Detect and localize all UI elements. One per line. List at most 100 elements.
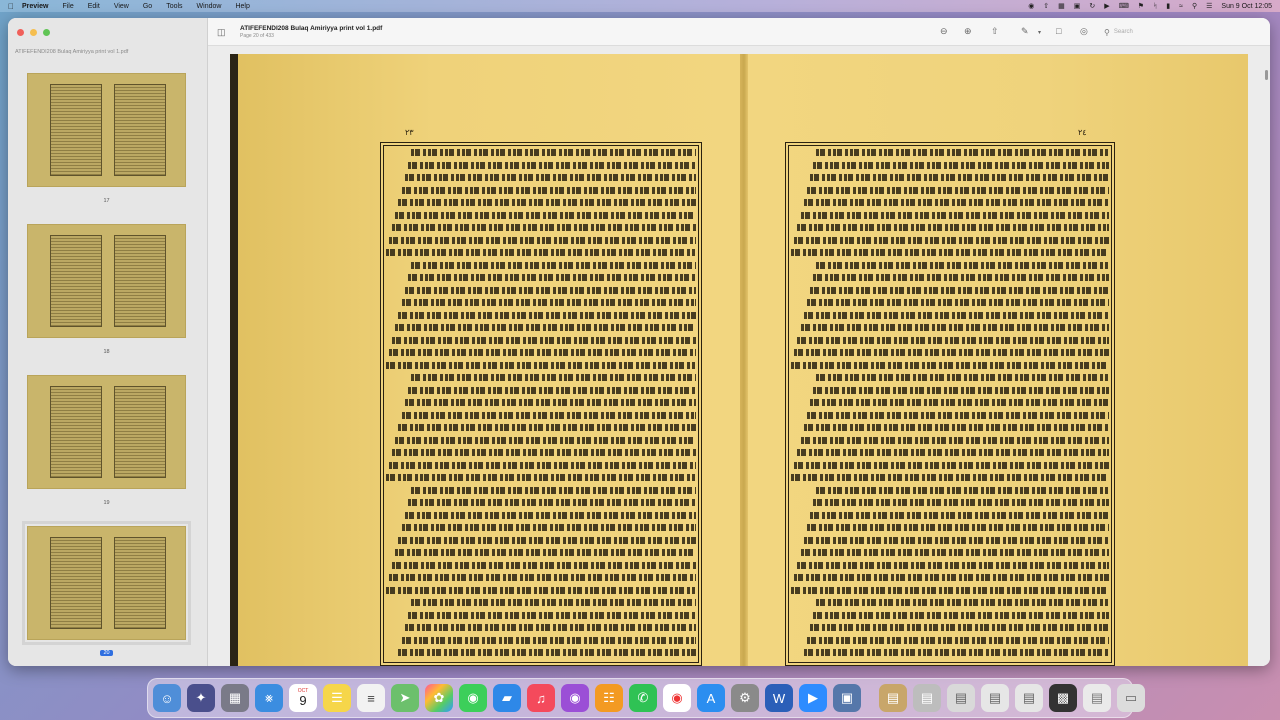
music-icon[interactable]: ♫ [527,684,555,712]
battery-icon[interactable]: ▮ [1166,2,1170,10]
book-spread: ٢٣ ٢٤ [230,54,1248,666]
search-icon[interactable]: ⚲ [1192,2,1197,10]
menu-go[interactable]: Go [143,3,152,10]
upload-icon[interactable]: ⇧ [1043,2,1049,10]
manuscript-text-line [794,461,1109,469]
close-button[interactable] [17,29,24,36]
keynote-icon[interactable]: ▰ [493,684,521,712]
manuscript-text-line [389,574,696,581]
control-center-icon[interactable]: ☰ [1206,2,1212,10]
menu-help[interactable]: Help [235,3,249,10]
markup-pen-icon[interactable]: ✎ [1021,26,1029,37]
launchpad-icon[interactable]: ▦ [221,684,249,712]
word-icon[interactable]: W [765,684,793,712]
document-view[interactable]: ٢٣ ٢٤ [208,46,1270,666]
zoom-in-icon[interactable]: ⊕ [964,26,972,37]
manuscript-text-line [813,611,1109,619]
annotate-icon[interactable]: ◎ [1080,26,1088,37]
page-thumbnail[interactable] [27,73,186,187]
manuscript-text-line [386,586,696,594]
chrome-icon[interactable]: ◉ [663,684,691,712]
recent-document-icon[interactable]: ▤ [879,684,907,712]
terminal-icon[interactable]: ▩ [1049,684,1077,712]
calendar-icon[interactable]: OCT 9 [289,684,317,712]
finder-icon[interactable]: ☺ [153,684,181,712]
manuscript-text-line [791,361,1109,369]
podcasts-icon[interactable]: ◉ [561,684,589,712]
trash-icon[interactable]: ▭ [1117,684,1145,712]
safari-icon[interactable]: ⨳ [255,684,283,712]
menu-tools[interactable]: Tools [166,3,182,10]
preview-window: ATIFEFENDI208 Bulaq Amiriyya print vol 1… [8,18,1270,666]
share-icon[interactable]: ⇧ [991,26,999,37]
manuscript-text-line [404,511,696,519]
manuscript-text-line [791,586,1109,594]
window-controls [17,29,50,36]
manuscript-text-line [389,461,696,469]
manuscript-text-line [398,649,696,656]
input-flag-icon[interactable]: ⚑ [1138,2,1144,10]
zoom-button[interactable] [43,29,50,36]
menu-app-name[interactable]: Preview [22,3,48,10]
zoom-icon[interactable]: ▶ [799,684,827,712]
menubar-clock[interactable]: Sun 9 Oct 12:05 [1221,3,1272,10]
chevron-down-icon[interactable]: ▾ [1038,29,1041,36]
maps-icon[interactable]: ➤ [391,684,419,712]
grid-icon[interactable]: ▦ [1058,2,1065,10]
recent-document-icon[interactable]: ▤ [913,684,941,712]
manuscript-text-line [813,161,1109,169]
apple-menu-icon[interactable]:  [0,2,22,11]
books-icon[interactable]: ☷ [595,684,623,712]
search-field[interactable]: ⚲ Search [1102,25,1262,39]
manuscript-text-line [395,211,696,219]
manuscript-text-line [389,349,696,356]
manuscript-text-line [813,386,1109,394]
recent-document-icon[interactable]: ▤ [947,684,975,712]
whatsapp-icon[interactable]: ✆ [629,684,657,712]
wifi-icon[interactable]: ≈ [1179,3,1183,10]
play-icon[interactable]: ▶ [1104,2,1109,10]
reminders-icon[interactable]: ≡ [357,684,385,712]
search-placeholder: Search [1113,29,1133,35]
manuscript-text-line [810,399,1109,406]
zoom-out-icon[interactable]: ⊖ [940,26,948,37]
system-preferences-icon[interactable]: ⚙ [731,684,759,712]
manuscript-text-line [810,511,1109,519]
page-thumbnail[interactable] [27,224,186,338]
photos-icon[interactable]: ✿ [425,684,453,712]
rotate-icon[interactable]: □ [1056,26,1061,36]
messages-icon[interactable]: ◉ [459,684,487,712]
left-text-block [380,142,702,666]
manuscript-text-line [404,399,696,406]
menu-view[interactable]: View [114,3,129,10]
recent-document-icon[interactable]: ▤ [1015,684,1043,712]
menu-edit[interactable]: Edit [88,3,100,10]
lock-icon[interactable]: ▣ [1074,2,1081,10]
preview-icon[interactable]: ▣ [833,684,861,712]
thumbnail-sidebar: ATIFEFENDI208 Bulaq Amiriyya print vol 1… [8,18,208,666]
bluetooth-icon[interactable]: ᛋ [1153,3,1157,10]
page-thumbnail[interactable] [27,375,186,489]
sync-icon[interactable]: ↻ [1089,2,1095,10]
recent-document-icon[interactable]: ▤ [981,684,1009,712]
manuscript-text-line [810,174,1109,181]
page-thumbnail-selected[interactable] [22,521,191,645]
menu-window[interactable]: Window [197,3,222,10]
manuscript-text-line [410,261,696,269]
manuscript-text-line [386,361,696,369]
manuscript-text-line [401,636,696,644]
minimize-button[interactable] [30,29,37,36]
scrollbar[interactable] [1265,70,1268,80]
notes-icon[interactable]: ☰ [323,684,351,712]
keyboard-icon[interactable]: ⌨ [1119,2,1129,10]
manuscript-text-line [398,424,696,431]
app-store-icon[interactable]: A [697,684,725,712]
manuscript-text-line [803,311,1109,319]
chrome-status-icon[interactable]: ◉ [1028,2,1034,10]
menu-file[interactable]: File [62,3,73,10]
downloads-icon[interactable]: ▤ [1083,684,1111,712]
sidebar-toggle-icon[interactable]: ◫ [217,27,226,38]
calendar-day: 9 [299,693,307,708]
siri-icon[interactable]: ✦ [187,684,215,712]
toolbar: ◫ ATIFEFENDI208 Bulaq Amiriyya print vol… [208,18,1270,46]
